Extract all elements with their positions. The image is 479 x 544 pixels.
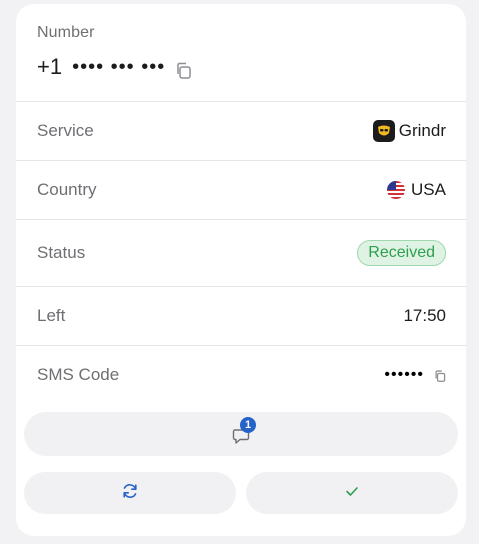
country-name: USA	[411, 180, 446, 199]
time-left-label: Left	[37, 306, 66, 325]
service-name: Grindr	[398, 121, 446, 140]
service-value: Grindr	[372, 120, 446, 142]
time-left-value: 17:50	[403, 306, 446, 325]
sms-code-label: SMS Code	[37, 365, 120, 384]
country-row: Country USA	[16, 161, 466, 219]
country-value: USA	[387, 180, 446, 200]
check-icon	[344, 483, 360, 504]
grindr-icon	[372, 120, 395, 142]
copy-icon[interactable]	[175, 59, 192, 79]
copy-icon[interactable]	[434, 369, 446, 382]
status-label: Status	[37, 243, 86, 262]
us-flag-icon	[387, 181, 406, 199]
messages-button[interactable]: 1	[24, 412, 458, 456]
confirm-button[interactable]	[246, 472, 458, 514]
service-row: Service Grindr	[16, 102, 466, 160]
status-badge: Received	[357, 240, 446, 266]
phone-number: +1 •••• ••• •••	[37, 54, 192, 80]
country-label: Country	[37, 180, 97, 199]
masked-number: •••• ••• •••	[72, 55, 166, 78]
status-row: Status Received	[16, 220, 466, 286]
chat-bubble-icon: 1	[232, 417, 256, 445]
refresh-button[interactable]	[24, 472, 236, 514]
number-section: Number +1 •••• ••• •••	[16, 4, 466, 101]
sms-code-value: ••••••	[384, 366, 446, 384]
masked-sms-code: ••••••	[384, 366, 424, 383]
country-code: +1	[37, 54, 63, 79]
number-details-card: Number +1 •••• ••• ••• Service Grindr Co…	[16, 4, 466, 536]
service-label: Service	[37, 121, 94, 140]
number-label: Number	[37, 24, 95, 41]
message-count-badge: 1	[240, 417, 256, 433]
time-left-row: Left 17:50	[16, 287, 466, 345]
refresh-icon	[121, 482, 139, 505]
sms-code-row: SMS Code ••••••	[16, 346, 466, 404]
